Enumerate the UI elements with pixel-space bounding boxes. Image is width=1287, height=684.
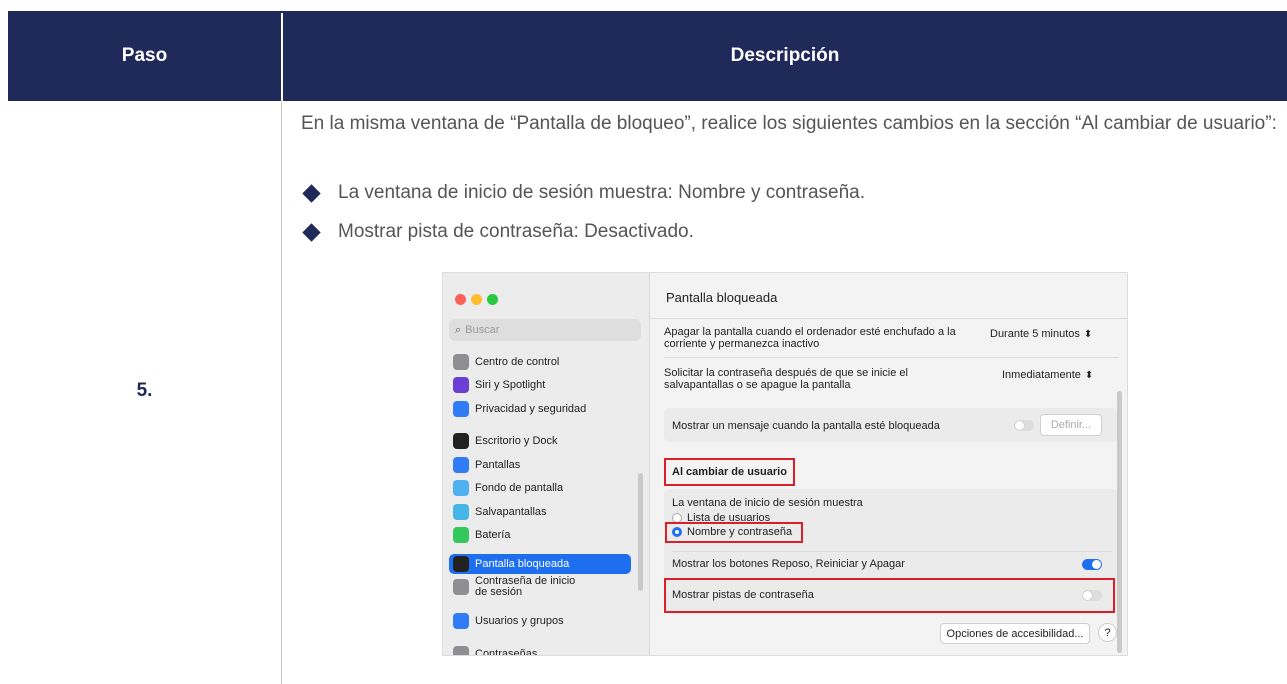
wallpaper-icon [453, 480, 469, 496]
highlight-radio-box [665, 522, 803, 543]
sidebar-item[interactable]: Siri y Spotlight [453, 376, 545, 394]
search-input[interactable]: ⌕ Buscar [449, 319, 641, 341]
key-icon [453, 646, 469, 655]
bullet-text: La ventana de inicio de sesión muestra: … [338, 182, 866, 203]
hand-icon [453, 401, 469, 417]
main-scrollbar[interactable] [1117, 391, 1122, 653]
sidebar-item-label: Contraseña de inicio de sesión [475, 575, 576, 598]
sidebar-item[interactable]: Fondo de pantalla [453, 479, 563, 497]
close-window-icon[interactable] [455, 294, 466, 305]
lock-screen-icon [453, 556, 469, 572]
sidebar-item-label: Pantalla bloqueada [475, 557, 570, 570]
sidebar-item[interactable]: Pantallas [453, 456, 520, 474]
sidebar-item-label: Fondo de pantalla [475, 481, 564, 494]
bullet-text: Mostrar pista de contraseña: Desactivado… [338, 221, 694, 242]
sidebar-item-label: Pantallas [475, 458, 521, 471]
sidebar-item-label: Centro de control [475, 355, 560, 368]
sidebar-item-label: Salvapantallas [475, 505, 547, 518]
accessibility-options-button[interactable]: Opciones de accesibilidad... [940, 623, 1090, 644]
stepper-icon: ⬍ [1083, 329, 1093, 340]
message-toggle[interactable] [1014, 420, 1034, 431]
zoom-window-icon[interactable] [487, 294, 498, 305]
help-button[interactable]: ? [1098, 623, 1117, 642]
bullet-item: Mostrar pista de contraseña: Desactivado… [301, 221, 694, 243]
settings-screenshot: ⌕ Buscar Centro de control Siri y Spotlig… [442, 272, 1128, 656]
bullet-item: La ventana de inicio de sesión muestra: … [301, 182, 865, 204]
sidebar-item-label: Siri y Spotlight [475, 378, 546, 391]
display-off-select[interactable]: Durante 5 minutos ⬍ [990, 328, 1092, 341]
description-text: En la misma ventana de “Pantalla de bloq… [301, 113, 1277, 134]
sidebar-item[interactable]: Contraseña de inicio de sesión [453, 575, 576, 598]
dock-icon [453, 433, 469, 449]
highlight-hints-box [664, 578, 1115, 613]
lock-icon [453, 579, 469, 595]
settings-main: Pantalla bloqueada Apagar la pantalla cu… [650, 273, 1127, 655]
siri-icon [453, 377, 469, 393]
search-icon: ⌕ [455, 323, 462, 336]
define-button[interactable]: Definir... [1040, 414, 1102, 436]
sidebar-item-label: Escritorio y Dock [475, 434, 558, 447]
control-center-icon [453, 354, 469, 370]
sidebar-item[interactable]: Usuarios y grupos [453, 612, 564, 630]
settings-sidebar: ⌕ Buscar Centro de control Siri y Spotlig… [443, 273, 650, 655]
sidebar-item[interactable]: Salvapantallas [453, 503, 547, 521]
display-off-value: Durante 5 minutos [990, 328, 1080, 340]
sidebar-item[interactable]: Batería [453, 526, 510, 544]
message-label: Mostrar un mensaje cuando la pantalla es… [672, 420, 940, 432]
display-off-label: Apagar la pantalla cuando el ordenador e… [664, 326, 956, 350]
title-divider [650, 318, 1127, 319]
column-divider [281, 101, 282, 684]
row-divider [664, 357, 1119, 358]
row-divider [672, 551, 1112, 552]
minimize-window-icon[interactable] [471, 294, 482, 305]
sidebar-item[interactable]: Centro de control [453, 353, 559, 371]
sidebar-item[interactable]: Escritorio y Dock [453, 432, 558, 450]
require-password-value: Inmediatamente [1002, 369, 1081, 381]
search-placeholder: Buscar [465, 324, 500, 336]
sidebar-item[interactable]: Pantalla bloqueada [449, 554, 631, 574]
sidebar-scrollbar[interactable] [638, 473, 643, 591]
header-step: Paso [121, 45, 168, 66]
diamond-bullet-icon [302, 183, 321, 203]
step-number: 5. [136, 380, 153, 401]
highlight-section-box [664, 458, 795, 486]
power-buttons-label: Mostrar los botones Reposo, Reiniciar y … [672, 558, 905, 570]
battery-icon [453, 527, 469, 543]
sidebar-item-label: Contraseñas [475, 647, 538, 656]
sidebar-item[interactable]: Contraseñas [453, 645, 538, 656]
stepper-icon: ⬍ [1084, 370, 1094, 381]
sidebar-item-label: Batería [475, 528, 511, 541]
sidebar-item-label: Usuarios y grupos [475, 614, 564, 627]
sun-icon [453, 457, 469, 473]
users-icon [453, 613, 469, 629]
diamond-bullet-icon [302, 222, 321, 242]
sidebar-item[interactable]: Privacidad y seguridad [453, 400, 586, 418]
power-buttons-toggle[interactable] [1082, 559, 1102, 570]
header-description: Descripción [730, 45, 840, 66]
login-window-label: La ventana de inicio de sesión muestra [672, 497, 863, 509]
sidebar-item-label: Privacidad y seguridad [475, 402, 587, 415]
require-password-label: Solicitar la contraseña después de que s… [664, 367, 908, 391]
require-password-select[interactable]: Inmediatamente ⬍ [1002, 369, 1093, 382]
screensaver-icon [453, 504, 469, 520]
page-title: Pantalla bloqueada [666, 290, 778, 305]
